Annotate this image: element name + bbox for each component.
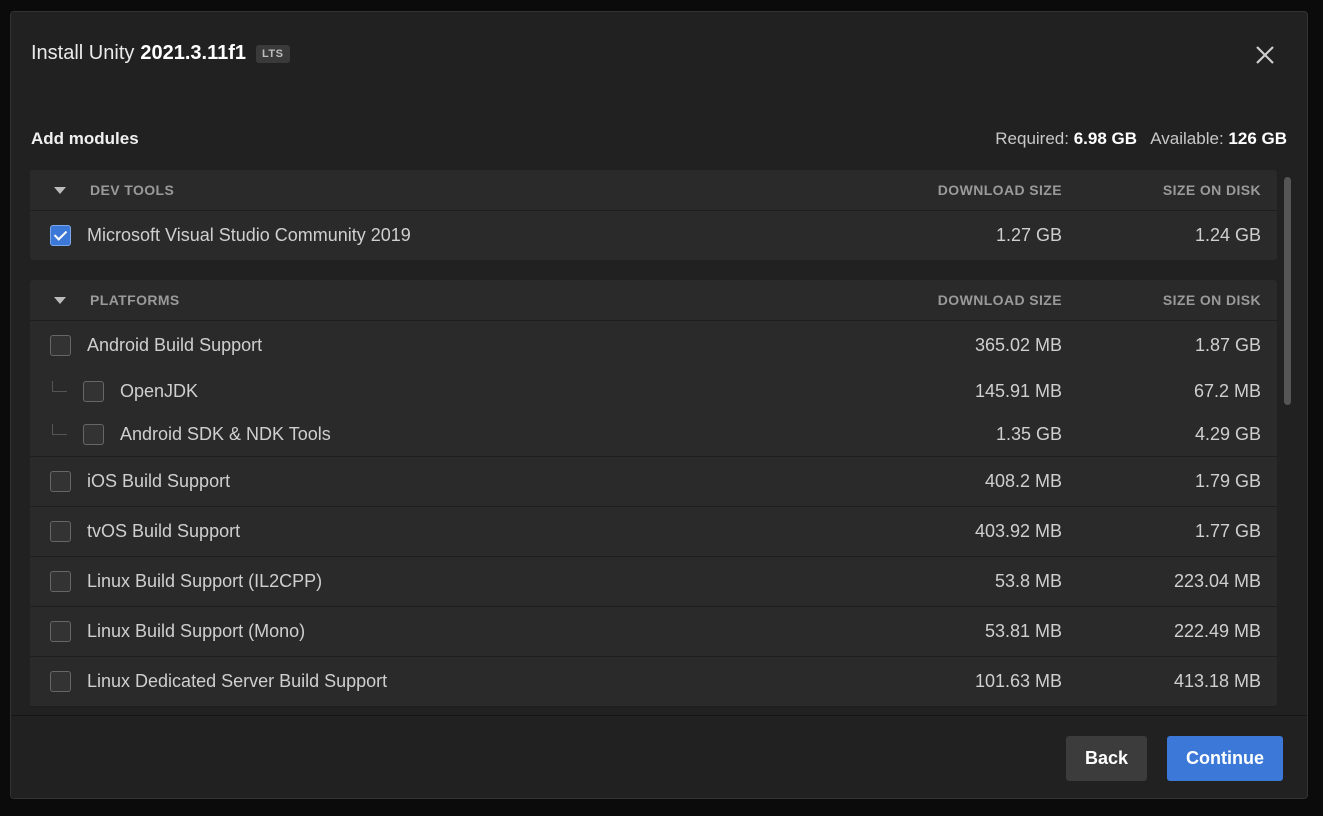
dialog-title: Install Unity 2021.3.11f1 LTS xyxy=(31,42,290,65)
size-on-disk: 1.87 GB xyxy=(1194,335,1261,355)
title-prefix: Install Unity xyxy=(31,42,135,64)
download-size: 53.81 MB xyxy=(984,621,1062,641)
module-label: tvOS Build Support xyxy=(87,521,241,541)
module-checkbox[interactable] xyxy=(50,225,71,246)
module-label: Android SDK & NDK Tools xyxy=(120,424,331,444)
module-row-android[interactable]: Android Build Support 365.02 MB 1.87 GB xyxy=(30,321,1277,370)
module-row-linux-dedicated-server[interactable]: Linux Dedicated Server Build Support 101… xyxy=(30,657,1277,707)
module-label: Android Build Support xyxy=(87,335,263,355)
group-dev-tools: DEV TOOLS DOWNLOAD SIZE SIZE ON DISK Mic… xyxy=(30,170,1277,260)
module-row-linux-il2cpp[interactable]: Linux Build Support (IL2CPP) 53.8 MB 223… xyxy=(30,557,1277,607)
group-title: PLATFORMS xyxy=(90,292,180,308)
continue-button[interactable]: Continue xyxy=(1167,736,1283,781)
group-header-dev-tools: DEV TOOLS DOWNLOAD SIZE SIZE ON DISK xyxy=(30,170,1277,211)
module-checkbox[interactable] xyxy=(50,621,71,642)
group-platforms: PLATFORMS DOWNLOAD SIZE SIZE ON DISK And… xyxy=(30,280,1277,707)
list-scrollbar[interactable] xyxy=(1284,177,1291,405)
version-label: 2021.3.11f1 xyxy=(140,42,247,64)
available-value: 126 GB xyxy=(1228,129,1287,148)
download-size: 53.8 MB xyxy=(994,571,1062,591)
module-row-android-sdk-ndk[interactable]: Android SDK & NDK Tools 1.35 GB 4.29 GB xyxy=(30,413,1277,457)
module-label: Linux Dedicated Server Build Support xyxy=(87,671,388,691)
required-value: 6.98 GB xyxy=(1073,129,1138,148)
module-label: iOS Build Support xyxy=(87,471,231,491)
module-label: Linux Build Support (IL2CPP) xyxy=(87,571,323,591)
module-row-visual-studio[interactable]: Microsoft Visual Studio Community 2019 1… xyxy=(30,211,1277,260)
module-checkbox[interactable] xyxy=(83,381,104,402)
size-on-disk: 222.49 MB xyxy=(1173,621,1261,641)
install-dialog: Install Unity 2021.3.11f1 LTS Add module… xyxy=(10,11,1308,799)
download-size: 403.92 MB xyxy=(974,521,1062,541)
back-button[interactable]: Back xyxy=(1066,736,1147,781)
close-icon[interactable] xyxy=(1254,44,1276,66)
module-checkbox[interactable] xyxy=(50,521,71,542)
group-title: DEV TOOLS xyxy=(90,182,175,198)
download-size: 408.2 MB xyxy=(984,471,1062,491)
download-size-header: DOWNLOAD SIZE xyxy=(937,292,1062,308)
group-header-platforms: PLATFORMS DOWNLOAD SIZE SIZE ON DISK xyxy=(30,280,1277,321)
download-size: 1.27 GB xyxy=(995,225,1062,245)
collapse-arrow-icon[interactable] xyxy=(54,296,66,304)
module-row-openjdk[interactable]: OpenJDK 145.91 MB 67.2 MB xyxy=(30,370,1277,413)
download-size-header: DOWNLOAD SIZE xyxy=(937,182,1062,198)
tree-connector xyxy=(52,424,67,435)
module-list: DEV TOOLS DOWNLOAD SIZE SIZE ON DISK Mic… xyxy=(30,170,1277,715)
space-summary: Required: 6.98 GB Available: 126 GB xyxy=(995,129,1287,149)
module-checkbox[interactable] xyxy=(50,335,71,356)
footer-divider xyxy=(11,715,1307,716)
size-on-disk: 413.18 MB xyxy=(1173,671,1261,691)
module-checkbox[interactable] xyxy=(50,471,71,492)
size-on-disk: 67.2 MB xyxy=(1193,381,1261,401)
size-on-disk: 223.04 MB xyxy=(1173,571,1261,591)
module-row-tvos[interactable]: tvOS Build Support 403.92 MB 1.77 GB xyxy=(30,507,1277,557)
required-label: Required: xyxy=(995,129,1069,148)
available-label: Available: xyxy=(1150,129,1224,148)
size-on-disk: 1.77 GB xyxy=(1194,521,1261,541)
tree-connector xyxy=(52,381,67,392)
size-on-disk: 1.79 GB xyxy=(1194,471,1261,491)
add-modules-heading: Add modules xyxy=(31,129,139,148)
module-row-linux-mono[interactable]: Linux Build Support (Mono) 53.81 MB 222.… xyxy=(30,607,1277,657)
download-size: 1.35 GB xyxy=(995,424,1062,444)
module-checkbox[interactable] xyxy=(50,571,71,592)
lts-badge: LTS xyxy=(256,44,290,63)
download-size: 145.91 MB xyxy=(974,381,1062,401)
download-size: 365.02 MB xyxy=(974,335,1062,355)
collapse-arrow-icon[interactable] xyxy=(54,186,66,194)
size-on-disk: 4.29 GB xyxy=(1194,424,1261,444)
size-on-disk-header: SIZE ON DISK xyxy=(1162,292,1261,308)
module-row-ios[interactable]: iOS Build Support 408.2 MB 1.79 GB xyxy=(30,457,1277,507)
module-label: Linux Build Support (Mono) xyxy=(87,621,306,641)
module-checkbox[interactable] xyxy=(83,424,104,445)
size-on-disk: 1.24 GB xyxy=(1194,225,1261,245)
size-on-disk-header: SIZE ON DISK xyxy=(1162,182,1261,198)
download-size: 101.63 MB xyxy=(974,671,1062,691)
module-label: Microsoft Visual Studio Community 2019 xyxy=(87,225,411,245)
module-label: OpenJDK xyxy=(120,381,199,401)
module-checkbox[interactable] xyxy=(50,671,71,692)
